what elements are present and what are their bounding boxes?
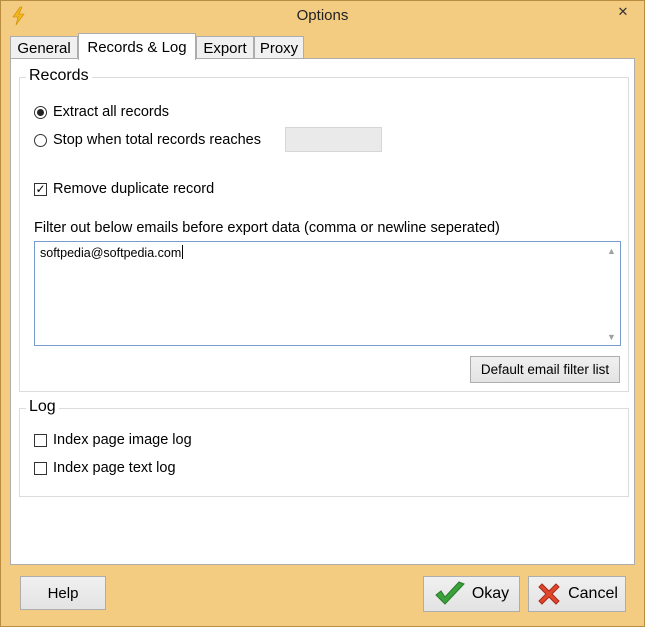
help-button-label: Help — [47, 584, 79, 602]
email-filter-textarea[interactable]: softpedia@softpedia.com ▲ ▼ — [34, 241, 621, 346]
filter-label: Filter out below emails before export da… — [34, 220, 500, 236]
close-button[interactable]: ✕ — [606, 1, 640, 22]
default-email-filter-button[interactable]: Default email filter list — [470, 356, 620, 383]
text-log-option[interactable]: Index page text log — [34, 460, 176, 476]
image-log-option[interactable]: Index page image log — [34, 432, 192, 448]
window-title: Options — [296, 7, 349, 24]
help-button[interactable]: Help — [20, 576, 106, 610]
remove-duplicate-label: Remove duplicate record — [53, 181, 215, 197]
filter-scrollbar[interactable]: ▲ ▼ — [603, 242, 620, 345]
stop-when-label: Stop when total records reaches — [53, 132, 261, 148]
title-bar[interactable]: Options ✕ — [1, 1, 644, 32]
extract-all-label: Extract all records — [53, 104, 170, 120]
tab-proxy[interactable]: Proxy — [254, 36, 304, 59]
dialog-button-bar: Help Okay Cancel — [1, 566, 644, 626]
image-log-label: Index page image log — [53, 432, 192, 448]
tab-general[interactable]: General — [10, 36, 78, 59]
stop-records-input[interactable] — [285, 127, 382, 152]
text-log-checkbox[interactable] — [34, 461, 47, 475]
log-group-title: Log — [26, 398, 59, 416]
stop-when-radio[interactable] — [34, 133, 47, 147]
records-log-panel: Records Extract all records Stop when to… — [10, 58, 635, 565]
cancel-button[interactable]: Cancel — [528, 576, 626, 612]
close-icon: ✕ — [617, 3, 629, 19]
log-group: Log Index page image log Index page text… — [19, 398, 629, 497]
scroll-down-icon[interactable]: ▼ — [603, 328, 620, 345]
x-icon — [538, 583, 560, 605]
stop-when-option[interactable]: Stop when total records reaches — [34, 132, 261, 148]
remove-duplicate-option[interactable]: ✓ Remove duplicate record — [34, 181, 214, 197]
remove-duplicate-checkbox[interactable]: ✓ — [34, 182, 47, 196]
email-filter-text: softpedia@softpedia.com — [40, 245, 184, 260]
records-group: Records Extract all records Stop when to… — [19, 67, 629, 392]
records-group-title: Records — [26, 67, 92, 85]
extract-all-option[interactable]: Extract all records — [34, 104, 169, 120]
tab-records-log[interactable]: Records & Log — [78, 33, 196, 60]
options-window: Options ✕ General Records & Log Export P… — [0, 0, 645, 627]
tab-export[interactable]: Export — [196, 36, 254, 59]
okay-button-label: Okay — [471, 585, 510, 602]
scroll-up-icon[interactable]: ▲ — [603, 242, 620, 259]
text-log-label: Index page text log — [53, 460, 176, 476]
okay-button[interactable]: Okay — [423, 576, 520, 612]
checkmark-icon — [435, 581, 465, 605]
image-log-checkbox[interactable] — [34, 433, 47, 447]
cancel-button-label: Cancel — [568, 585, 618, 602]
extract-all-radio[interactable] — [34, 105, 47, 119]
